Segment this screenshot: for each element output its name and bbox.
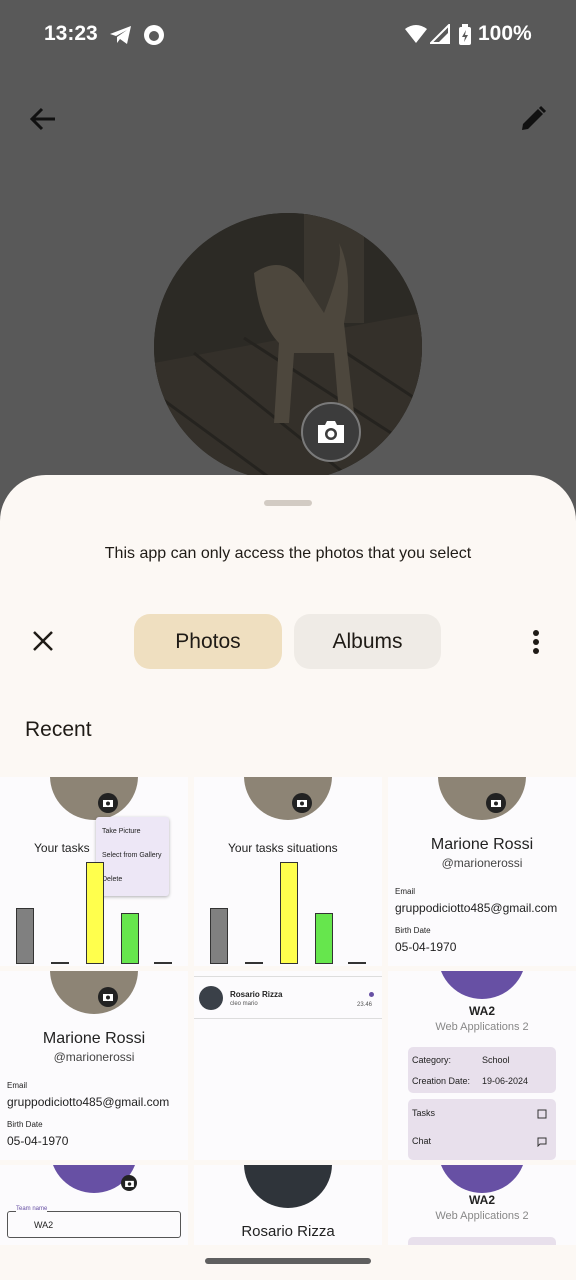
unread-dot — [369, 992, 374, 997]
photo-picker-sheet: This app can only access the photos that… — [0, 475, 576, 1280]
profile-name: Marione Rossi — [430, 836, 534, 853]
status-bar: 13:23 100% — [0, 0, 576, 70]
team-avatar — [438, 1165, 526, 1193]
github-icon — [143, 24, 165, 51]
team-name-field[interactable]: Team name WA2 — [7, 1206, 181, 1238]
chart-bar — [210, 908, 228, 964]
access-notice: This app can only access the photos that… — [104, 545, 472, 562]
wifi-icon — [404, 24, 428, 49]
chart-bar — [245, 962, 263, 964]
telegram-icon — [109, 24, 133, 51]
team-subtitle: Web Applications 2 — [435, 1210, 529, 1222]
team-info-card — [408, 1237, 556, 1245]
creation-label: Creation Date: — [412, 1076, 471, 1086]
email-label: Email — [7, 1081, 28, 1090]
thumb-avatar — [50, 971, 138, 1014]
chart-bar — [16, 908, 34, 964]
camera-icon — [486, 793, 506, 813]
home-gesture-bar[interactable] — [205, 1258, 371, 1264]
chart-bar — [51, 962, 69, 964]
note-icon — [537, 1109, 547, 1119]
pencil-icon — [522, 105, 547, 130]
team-name: WA2 — [468, 1193, 495, 1207]
profile-username: @marionerossi — [441, 856, 523, 870]
photo-thumbnail[interactable]: Rosario Rizza — [194, 1165, 382, 1245]
camera-icon — [318, 421, 344, 443]
profile-avatar — [154, 213, 422, 481]
contact-name: Rosario Rizza — [241, 1223, 335, 1240]
message-time: 23.46 — [357, 1002, 373, 1008]
photo-thumbnail[interactable]: Team name WA2 — [0, 1165, 188, 1245]
close-button[interactable] — [24, 622, 62, 660]
team-avatar — [438, 971, 526, 999]
tab-albums[interactable]: Albums — [294, 614, 441, 669]
edit-button[interactable] — [509, 95, 557, 143]
thumb-avatar — [438, 777, 526, 820]
chart-bar — [280, 862, 298, 964]
close-icon — [33, 631, 53, 651]
battery-percent: 100% — [478, 22, 532, 45]
change-photo-button[interactable] — [301, 402, 361, 462]
photo-thumbnail[interactable]: WA2 Web Applications 2 — [388, 1165, 576, 1245]
email-value: gruppodiciotto485@gmail.com — [7, 1095, 170, 1109]
chart-bar — [315, 913, 333, 964]
creation-value: 19-06-2024 — [482, 1076, 529, 1086]
cell-signal-icon — [428, 22, 450, 49]
tasks-link: Tasks — [412, 1108, 436, 1118]
dog-photo — [154, 213, 422, 481]
photo-thumbnail[interactable]: Your tasks situations — [194, 777, 382, 966]
field-label: Team name — [16, 1206, 48, 1212]
email-label: Email — [395, 887, 416, 896]
drag-handle[interactable] — [264, 500, 312, 506]
photo-thumbnail[interactable]: Rosario Rizza cleo mario 23.46 — [194, 971, 382, 1160]
profile-username: @marionerossi — [53, 1050, 135, 1064]
more-options-button[interactable] — [516, 622, 556, 662]
category-value: School — [482, 1055, 510, 1065]
chart-bar — [154, 962, 172, 964]
birth-label: Birth Date — [7, 1120, 43, 1129]
bar-chart — [194, 777, 382, 966]
thumb-avatar — [244, 1165, 332, 1208]
field-value: WA2 — [34, 1220, 54, 1230]
back-button[interactable] — [19, 95, 67, 143]
chat-icon — [537, 1137, 547, 1147]
email-value: gruppodiciotto485@gmail.com — [395, 901, 558, 915]
list-divider — [194, 1018, 382, 1019]
section-title-recent: Recent — [25, 718, 92, 741]
contact-name: Rosario Rizza — [230, 990, 283, 999]
chart-bar — [86, 862, 104, 964]
photo-thumbnail[interactable]: WA2 Web Applications 2 Category: School … — [388, 971, 576, 1160]
photo-thumbnail[interactable]: Marione Rossi @marionerossi Email gruppo… — [0, 971, 188, 1160]
tab-photos[interactable]: Photos — [134, 614, 282, 669]
birth-value: 05-04-1970 — [7, 1134, 69, 1148]
chart-bar — [121, 913, 139, 964]
clock: 13:23 — [44, 22, 98, 45]
bar-chart — [0, 777, 188, 966]
battery-charging-icon — [458, 24, 472, 51]
birth-label: Birth Date — [395, 926, 431, 935]
team-info-card: Category: School Creation Date: 19-06-20… — [408, 1047, 556, 1093]
chart-bar — [348, 962, 366, 964]
contact-subtitle: cleo mario — [230, 1001, 258, 1007]
team-subtitle: Web Applications 2 — [435, 1021, 529, 1033]
list-divider — [194, 971, 382, 977]
camera-icon — [98, 987, 118, 1007]
team-name: WA2 — [468, 1004, 495, 1018]
more-vert-icon — [533, 630, 539, 654]
photo-thumbnail[interactable]: Marione Rossi @marionerossi Email gruppo… — [388, 777, 576, 966]
thumb-avatar — [199, 986, 223, 1010]
arrow-left-icon — [29, 107, 55, 131]
category-label: Category: — [412, 1055, 452, 1065]
chat-link: Chat — [412, 1136, 432, 1146]
camera-icon — [121, 1175, 137, 1191]
profile-name: Marione Rossi — [42, 1030, 146, 1047]
team-links-card: Tasks Chat — [408, 1099, 556, 1160]
photo-thumbnail[interactable]: Your tasks Take Picture Select from Gall… — [0, 777, 188, 966]
birth-value: 05-04-1970 — [395, 940, 457, 954]
